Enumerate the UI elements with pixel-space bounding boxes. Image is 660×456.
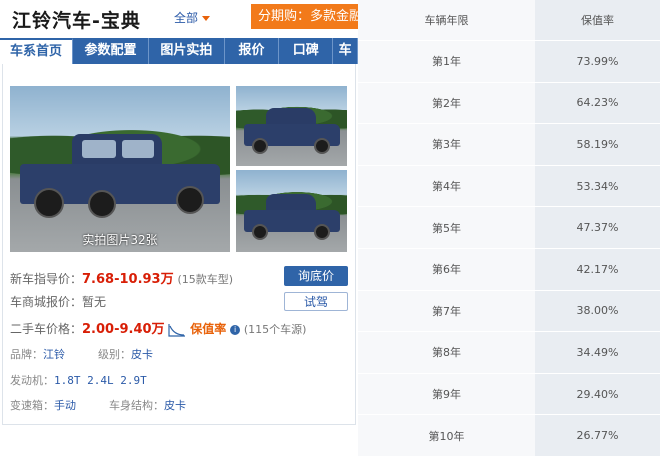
new-price-label: 新车指导价： — [10, 272, 83, 286]
car-series-panel: 江铃汽车-宝典 全部 分期购：多款金融 车系首页 参数配置 图片实拍 报价 口碑… — [0, 0, 358, 425]
year-cell: 第10年 — [358, 414, 535, 456]
spec-row-engine: 发动机：1.8T 2.4L 2.9T — [10, 372, 147, 388]
year-cell: 第2年 — [358, 81, 535, 124]
level-label: 级别： — [98, 348, 131, 361]
new-car-price-row: 新车指导价：7.68-10.93万 (15款车型) — [10, 268, 233, 287]
year-cell: 第6年 — [358, 247, 535, 291]
car-thumbnail-2[interactable] — [236, 170, 347, 252]
used-price-label: 二手车价格： — [10, 322, 83, 336]
truck-mid-wheel — [88, 190, 116, 218]
trend-chart-icon[interactable] — [168, 323, 186, 337]
spec-row-brand: 品牌：江铃 级别：皮卡 — [10, 346, 153, 362]
table-row: 第7年 38.00% — [358, 289, 660, 332]
tab-price[interactable]: 报价 — [225, 38, 280, 64]
thumb-wheel-front — [252, 138, 268, 154]
page-title: 江铃汽车-宝典 — [12, 10, 141, 32]
used-car-price-row: 二手车价格：2.00-9.40万 保值率 i (115个车源) — [10, 318, 306, 337]
used-price-value: 2.00-9.40万 — [82, 322, 165, 337]
rate-cell: 53.34% — [535, 164, 660, 207]
year-cell: 第5年 — [358, 206, 535, 249]
thumb-wheel-front — [252, 224, 268, 240]
year-cell: 第3年 — [358, 123, 535, 166]
table-row: 第5年 47.37% — [358, 206, 660, 249]
series-nav-tabs: 车系首页 参数配置 图片实拍 报价 口碑 车 — [0, 38, 358, 64]
retention-rate-panel: 车辆年限 保值率 第1年 73.99% 第2年 64.23% 第3年 58.19% 第… — [358, 0, 660, 456]
table-row: 第8年 34.49% — [358, 331, 660, 374]
mall-price-label: 车商城报价： — [10, 295, 83, 309]
gearbox-value[interactable]: 手动 — [54, 399, 76, 412]
level-value[interactable]: 皮卡 — [131, 348, 153, 361]
year-cell: 第9年 — [358, 372, 535, 415]
tab-series-home[interactable]: 车系首页 — [0, 38, 73, 64]
year-cell: 第1年 — [358, 40, 535, 83]
tab-photos[interactable]: 图片实拍 — [149, 38, 225, 64]
tab-reviews[interactable]: 口碑 — [279, 38, 334, 64]
scope-dropdown[interactable]: 全部 — [174, 9, 211, 26]
engine-values[interactable]: 1.8T 2.4L 2.9T — [54, 374, 147, 387]
year-cell: 第4年 — [358, 164, 535, 207]
model-count-link[interactable]: (15款车型) — [177, 273, 233, 286]
rate-cell: 34.49% — [535, 331, 660, 374]
engine-label: 发动机： — [10, 374, 54, 387]
table-row: 第10年 26.77% — [358, 414, 660, 456]
brand-label: 品牌： — [10, 348, 43, 361]
mall-price-value: 暂无 — [82, 295, 107, 309]
table-row: 第3年 58.19% — [358, 123, 660, 166]
inquiry-price-button[interactable]: 询底价 — [284, 266, 348, 286]
rate-cell: 38.00% — [535, 289, 660, 332]
retention-rate-table: 车辆年限 保值率 第1年 73.99% 第2年 64.23% 第3年 58.19% 第… — [358, 0, 660, 456]
chevron-down-icon — [202, 16, 211, 21]
column-header-rate: 保值率 — [535, 0, 660, 41]
year-cell: 第8年 — [358, 331, 535, 374]
spec-row-gearbox: 变速箱：手动 车身结构：皮卡 — [10, 397, 186, 413]
thumb-wheel-rear — [314, 224, 330, 240]
new-price-value: 7.68-10.93万 — [82, 272, 174, 287]
info-icon[interactable]: i — [230, 324, 241, 335]
truck-front-wheel — [34, 188, 64, 218]
rate-cell: 29.40% — [535, 372, 660, 415]
photo-count-caption: 实拍图片32张 — [82, 233, 158, 247]
year-cell: 第7年 — [358, 289, 535, 332]
table-row: 第1年 73.99% — [358, 40, 660, 83]
test-drive-button[interactable]: 试驾 — [284, 292, 348, 311]
table-row: 第2年 64.23% — [358, 81, 660, 124]
body-label: 车身结构： — [109, 399, 164, 412]
gearbox-label: 变速箱： — [10, 399, 54, 412]
brand-value[interactable]: 江铃 — [43, 348, 65, 361]
table-row: 第4年 53.34% — [358, 164, 660, 207]
table-row: 第6年 42.17% — [358, 247, 660, 291]
thumb-wheel-rear — [314, 138, 330, 154]
retention-rate-link[interactable]: 保值率 — [190, 322, 226, 336]
installment-promo-banner[interactable]: 分期购：多款金融 — [251, 4, 358, 29]
table-header-row: 车辆年限 保值率 — [358, 0, 660, 41]
rate-cell: 26.77% — [535, 414, 660, 456]
tab-specs[interactable]: 参数配置 — [73, 38, 149, 64]
tab-more[interactable]: 车 — [333, 38, 358, 64]
rate-cell: 42.17% — [535, 247, 660, 291]
rate-cell: 47.37% — [535, 206, 660, 249]
table-row: 第9年 29.40% — [358, 372, 660, 415]
main-car-photo[interactable]: 实拍图片32张 — [10, 86, 230, 252]
rate-cell: 58.19% — [535, 123, 660, 166]
truck-side-window-shape — [122, 140, 154, 158]
used-source-link[interactable]: (115个车源) — [244, 323, 307, 336]
body-value[interactable]: 皮卡 — [164, 399, 186, 412]
rate-cell: 64.23% — [535, 81, 660, 124]
car-thumbnail-1[interactable] — [236, 86, 347, 166]
column-header-years: 车辆年限 — [358, 0, 535, 41]
scope-label: 全部 — [174, 11, 199, 25]
rate-cell: 73.99% — [535, 40, 660, 83]
truck-windshield-shape — [82, 140, 116, 158]
truck-rear-wheel — [176, 186, 204, 214]
mall-price-row: 车商城报价：暂无 — [10, 293, 106, 310]
